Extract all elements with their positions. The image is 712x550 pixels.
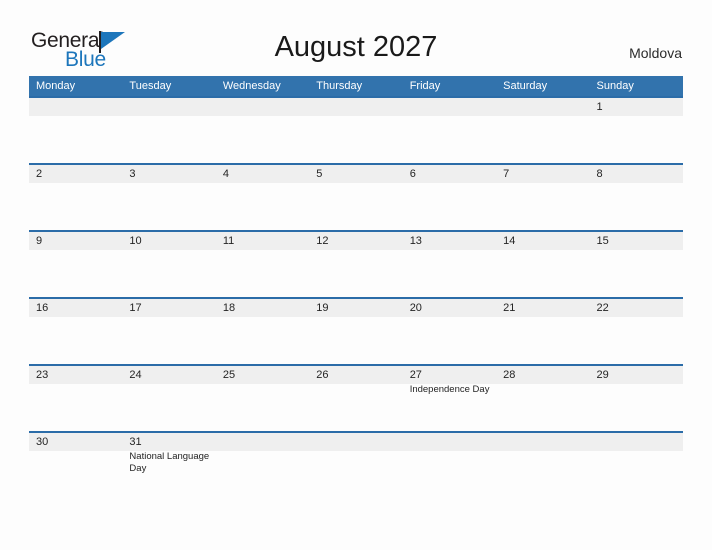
day-number: 31 xyxy=(129,436,142,448)
weekday-header-friday: Friday xyxy=(409,80,441,92)
day-cell[interactable]: 11 xyxy=(216,232,309,297)
weekday-header-wednesday: Wednesday xyxy=(222,80,281,92)
day-number: 10 xyxy=(129,235,142,247)
weekday-header-saturday: Saturday xyxy=(503,80,548,92)
day-cell[interactable]: 23 xyxy=(29,366,122,431)
day-number: 9 xyxy=(36,235,43,247)
day-number: 25 xyxy=(222,369,236,381)
weekday-header-row: Monday Tuesday Wednesday Thursday Friday… xyxy=(29,76,683,96)
day-cell[interactable]: 21 xyxy=(496,299,589,364)
day-number: 27 xyxy=(409,369,422,381)
calendar-week-row: 16 17 18 19 20 21 22 xyxy=(29,297,683,364)
calendar-week-row: 23 24 25 26 27 Independence Day 28 29 xyxy=(29,364,683,431)
day-number: 16 xyxy=(36,302,49,314)
day-number: 1 xyxy=(596,101,603,113)
day-cell[interactable]: 9 xyxy=(29,232,122,297)
day-number: 5 xyxy=(316,168,323,180)
day-cell[interactable]: 7 xyxy=(496,165,589,230)
day-number: 18 xyxy=(222,302,236,314)
day-cell[interactable]: 14 xyxy=(496,232,589,297)
day-cell[interactable]: 13 xyxy=(403,232,496,297)
region-label: Moldova xyxy=(629,45,682,61)
day-number: 30 xyxy=(36,436,49,448)
day-cell[interactable] xyxy=(216,433,309,498)
day-cell[interactable] xyxy=(403,433,496,498)
day-cell[interactable] xyxy=(29,98,122,163)
day-cell[interactable] xyxy=(309,98,402,163)
day-number: 29 xyxy=(596,369,609,381)
day-number: 17 xyxy=(129,302,142,314)
day-cell[interactable]: 29 xyxy=(590,366,683,431)
day-number: 15 xyxy=(596,235,609,247)
day-cell[interactable]: 8 xyxy=(590,165,683,230)
day-cell[interactable]: 22 xyxy=(590,299,683,364)
day-number: 12 xyxy=(316,235,329,247)
day-cell[interactable] xyxy=(403,98,496,163)
weekday-header-sunday: Sunday xyxy=(596,80,634,92)
day-number: 19 xyxy=(316,302,329,314)
day-cell[interactable]: 27 Independence Day xyxy=(403,366,496,431)
day-cell[interactable]: 10 xyxy=(122,232,215,297)
day-cell[interactable]: 5 xyxy=(309,165,402,230)
day-cell[interactable]: 26 xyxy=(309,366,402,431)
calendar-grid: Monday Tuesday Wednesday Thursday Friday… xyxy=(29,76,683,498)
day-cell[interactable] xyxy=(496,98,589,163)
page-header: General Blue August 2027 Moldova xyxy=(0,0,712,76)
calendar-week-row: 9 10 11 12 13 14 15 xyxy=(29,230,683,297)
day-cell[interactable]: 6 xyxy=(403,165,496,230)
day-cell[interactable]: 28 xyxy=(496,366,589,431)
day-cell[interactable]: 19 xyxy=(309,299,402,364)
day-number: 2 xyxy=(36,168,43,180)
day-number: 21 xyxy=(503,302,516,314)
day-cell[interactable]: 24 xyxy=(122,366,215,431)
page-title: August 2027 xyxy=(274,31,438,63)
day-number: 14 xyxy=(503,235,516,247)
day-cell[interactable]: 31 National Language Day xyxy=(122,433,215,498)
day-cell[interactable]: 15 xyxy=(590,232,683,297)
day-cell[interactable]: 12 xyxy=(309,232,402,297)
day-cell[interactable]: 2 xyxy=(29,165,122,230)
day-cell[interactable] xyxy=(496,433,589,498)
day-number: 13 xyxy=(409,235,422,247)
day-number: 28 xyxy=(503,369,516,381)
weekday-header-tuesday: Tuesday xyxy=(129,80,172,92)
day-cell[interactable] xyxy=(309,433,402,498)
day-cell[interactable]: 18 xyxy=(216,299,309,364)
day-number: 23 xyxy=(36,369,49,381)
weekday-header-monday: Monday xyxy=(36,80,76,92)
day-number: 7 xyxy=(503,168,510,180)
day-cell[interactable]: 17 xyxy=(122,299,215,364)
weekday-header-thursday: Thursday xyxy=(316,80,363,92)
day-cell[interactable]: 30 xyxy=(29,433,122,498)
day-cell[interactable]: 16 xyxy=(29,299,122,364)
day-number: 20 xyxy=(409,302,422,314)
day-number: 22 xyxy=(596,302,609,314)
day-event-label: Independence Day xyxy=(409,384,490,395)
day-cell[interactable] xyxy=(590,433,683,498)
day-number: 4 xyxy=(222,168,229,180)
day-cell[interactable] xyxy=(216,98,309,163)
day-event-label: National Language Day xyxy=(129,451,210,474)
day-cell[interactable]: 25 xyxy=(216,366,309,431)
calendar-page: General Blue August 2027 Moldova Monday … xyxy=(0,0,712,550)
day-number: 6 xyxy=(409,168,416,180)
day-cell[interactable] xyxy=(122,98,215,163)
calendar-week-row: 2 3 4 5 6 7 8 xyxy=(29,163,683,230)
day-cell[interactable]: 3 xyxy=(122,165,215,230)
calendar-week-row: 1 xyxy=(29,96,683,163)
day-number: 3 xyxy=(129,168,136,180)
day-number: 11 xyxy=(222,235,235,247)
day-cell[interactable]: 1 xyxy=(590,98,683,163)
day-cell[interactable]: 20 xyxy=(403,299,496,364)
day-number: 26 xyxy=(316,369,329,381)
day-number: 24 xyxy=(129,369,142,381)
calendar-week-row: 30 31 National Language Day xyxy=(29,431,683,498)
day-cell[interactable]: 4 xyxy=(216,165,309,230)
day-number: 8 xyxy=(596,168,603,180)
